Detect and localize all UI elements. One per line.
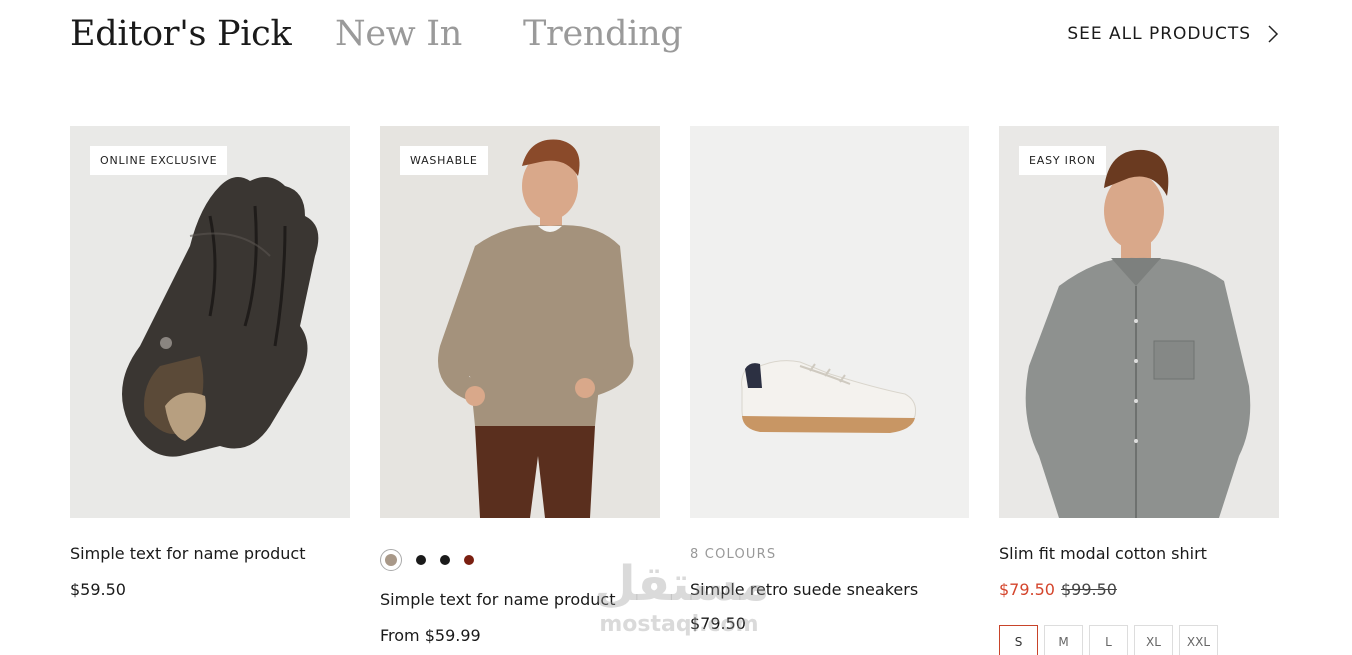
product-card[interactable]: EASY IRON Slim fit modal cotton shirt $7… — [999, 126, 1279, 655]
product-image[interactable]: WASHABLE — [380, 126, 660, 518]
size-selector: S M L XL XXL — [999, 625, 1279, 655]
swatch[interactable] — [464, 555, 474, 565]
original-price: $99.50 — [1060, 580, 1117, 599]
size-option[interactable]: S — [999, 625, 1038, 655]
product-image[interactable]: EASY IRON — [999, 126, 1279, 518]
see-all-products-link[interactable]: SEE ALL PRODUCTS — [1067, 24, 1279, 44]
sale-price: $79.50 — [999, 580, 1055, 599]
white-sneaker-icon — [741, 360, 916, 433]
swatch[interactable] — [416, 555, 426, 565]
size-option[interactable]: XXL — [1179, 625, 1218, 655]
product-card[interactable]: WASHABLE Simple text for name product Fr… — [380, 126, 660, 645]
product-card[interactable]: ONLINE EXCLUSIVE Simple text for name pr… — [70, 126, 350, 599]
product-price: From $59.99 — [380, 626, 481, 645]
chevron-right-icon — [1268, 25, 1279, 43]
product-badge: ONLINE EXCLUSIVE — [90, 146, 228, 175]
product-badge: WASHABLE — [400, 146, 488, 175]
product-price: $79.50 — [690, 614, 746, 633]
see-all-label: SEE ALL PRODUCTS — [1067, 24, 1251, 44]
product-card[interactable]: 8 COLOURS Simple retro suede sneakers $7… — [690, 126, 969, 633]
product-name[interactable]: Simple text for name product — [380, 590, 660, 609]
size-option[interactable]: XL — [1134, 625, 1173, 655]
category-tabs: Editor's Pick New In Trending — [70, 14, 683, 54]
swatch[interactable] — [440, 555, 450, 565]
product-name[interactable]: Slim fit modal cotton shirt — [999, 544, 1279, 563]
tab-new-in[interactable]: New In — [335, 14, 462, 54]
product-price: $59.50 — [70, 580, 126, 599]
product-name[interactable]: Simple retro suede sneakers — [690, 580, 969, 599]
product-image[interactable]: ONLINE EXCLUSIVE — [70, 126, 350, 518]
colours-count: 8 COLOURS — [690, 547, 777, 562]
leather-glove-icon — [122, 177, 319, 457]
product-image[interactable] — [690, 126, 969, 518]
tab-editors-pick[interactable]: Editor's Pick — [70, 14, 292, 54]
product-badge: EASY IRON — [1019, 146, 1106, 175]
size-option[interactable]: L — [1089, 625, 1128, 655]
shirt-model-icon — [1025, 149, 1251, 518]
tab-trending[interactable]: Trending — [523, 14, 683, 54]
color-swatches — [380, 548, 660, 572]
swatch-selected[interactable] — [380, 549, 402, 571]
product-name[interactable]: Simple text for name product — [70, 544, 350, 563]
size-option[interactable]: M — [1044, 625, 1083, 655]
product-price: $79.50 $99.50 — [999, 580, 1279, 599]
sweater-model-icon — [438, 139, 634, 518]
